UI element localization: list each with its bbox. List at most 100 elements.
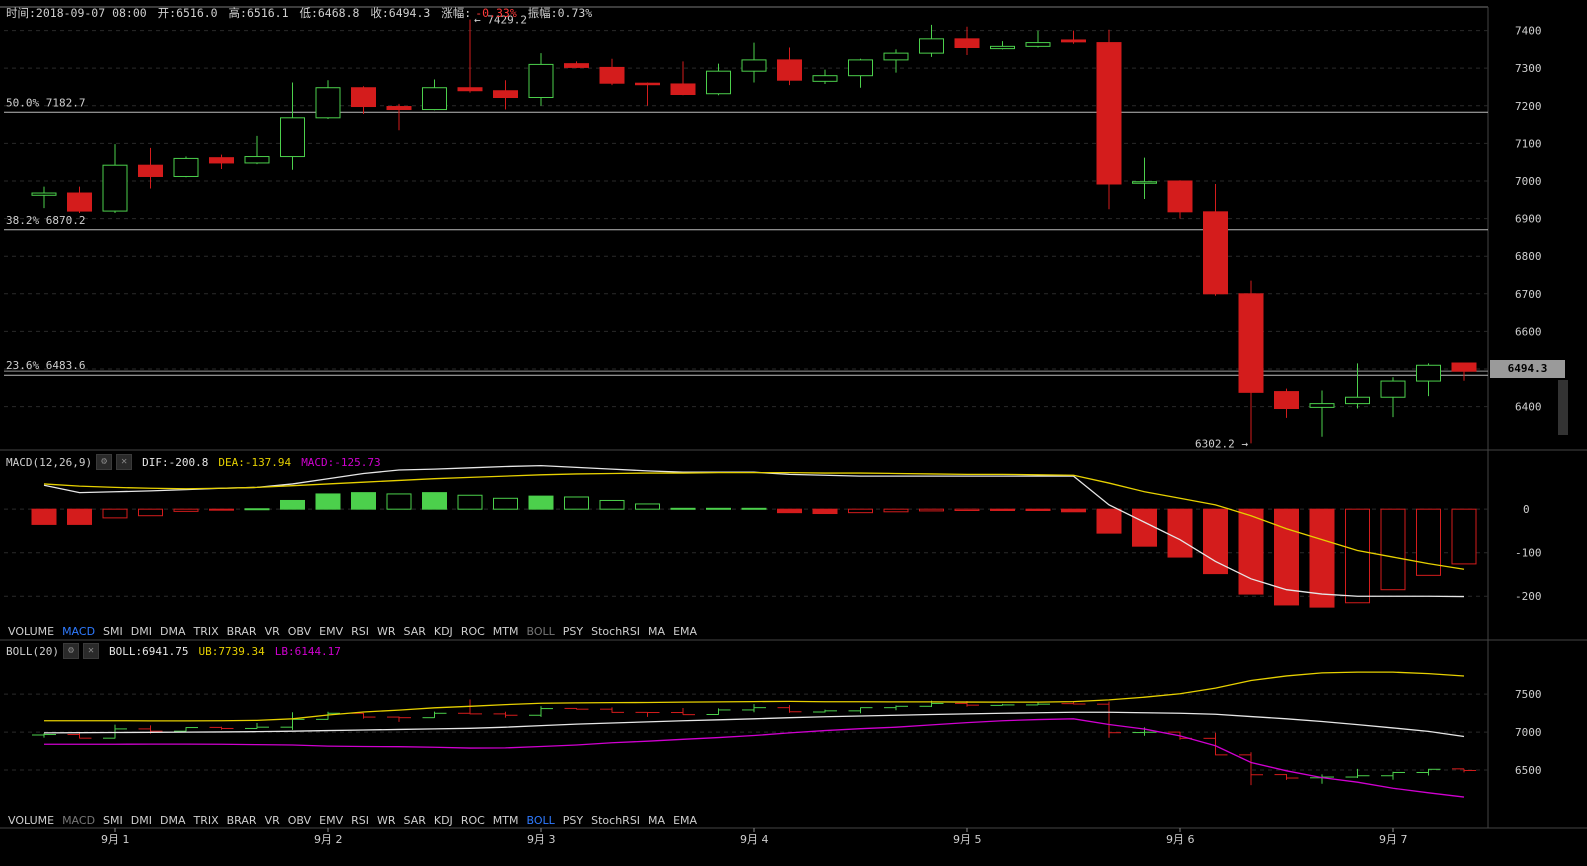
- tab-wr[interactable]: WR: [377, 814, 396, 827]
- tab-sar[interactable]: SAR: [404, 625, 426, 638]
- gear-icon[interactable]: ⚙: [96, 454, 113, 470]
- y-tick-label: -200: [1515, 590, 1542, 603]
- fib-label: 38.2% 6870.2: [6, 214, 85, 227]
- macd-bar: [1167, 508, 1193, 558]
- right-scroll-handle[interactable]: [1558, 380, 1568, 435]
- tab-wr[interactable]: WR: [377, 625, 396, 638]
- tab-trix[interactable]: TRIX: [193, 814, 218, 827]
- y-tick-label: 7300: [1515, 62, 1542, 75]
- macd-dif: DIF:-200.8: [142, 455, 209, 469]
- indicator-tabs-top: VOLUME MACD SMI DMI DMA TRIX BRAR VR OBV EMV RSI WR…: [0, 622, 1490, 640]
- macd-bar: [883, 508, 909, 513]
- candle-body: [528, 63, 554, 99]
- y-tick-label: 7100: [1515, 137, 1542, 150]
- candle-body: [493, 90, 518, 99]
- x-tick-label: 9月 3: [527, 833, 556, 846]
- info-change-value: -0.33%: [475, 6, 517, 20]
- candle-body: [244, 156, 270, 164]
- boll-name: BOLL(20): [6, 644, 59, 658]
- candle-body: [457, 87, 483, 92]
- tab-stochrsi[interactable]: StochRSI: [591, 625, 640, 638]
- tab-obv[interactable]: OBV: [288, 625, 311, 638]
- candle-body: [1132, 181, 1157, 184]
- tab-ma[interactable]: MA: [648, 625, 665, 638]
- tab-volume[interactable]: VOLUME: [8, 625, 54, 638]
- tab-emv[interactable]: EMV: [319, 625, 343, 638]
- candle-body: [919, 38, 944, 54]
- tab-ema[interactable]: EMA: [673, 625, 697, 638]
- tab-emv[interactable]: EMV: [319, 814, 343, 827]
- macd-bar: [173, 508, 199, 512]
- candle-body: [777, 59, 802, 81]
- tab-smi[interactable]: SMI: [103, 814, 123, 827]
- y-tick-label: 7200: [1515, 100, 1542, 113]
- macd-bar: [1096, 508, 1122, 534]
- current-price-tag: 6494.3: [1490, 360, 1565, 378]
- close-icon[interactable]: ✕: [116, 454, 133, 470]
- tab-macd[interactable]: MACD: [62, 625, 95, 638]
- tab-ema[interactable]: EMA: [673, 814, 697, 827]
- tab-brar[interactable]: BRAR: [227, 814, 257, 827]
- tab-dma[interactable]: DMA: [160, 814, 186, 827]
- macd-bar: [351, 492, 376, 510]
- tab-trix[interactable]: TRIX: [193, 625, 218, 638]
- low-annotation: 6302.2 →: [1195, 437, 1248, 450]
- macd-header: MACD(12,26,9) ⚙ ✕ DIF:-200.8 DEA:-137.94…: [6, 454, 381, 470]
- tab-dma[interactable]: DMA: [160, 625, 186, 638]
- chart-canvas[interactable]: 6400 6500 6600 6700 6800 6900 7000 7100 7200 7300…: [0, 0, 1587, 866]
- x-tick-label: 9月 1: [101, 833, 130, 846]
- candle-body: [706, 70, 731, 95]
- candle-body: [1061, 39, 1086, 43]
- macd-bar: [528, 495, 554, 510]
- gear-icon[interactable]: ⚙: [62, 643, 79, 659]
- candle-body: [1238, 293, 1264, 393]
- tab-macd[interactable]: MACD: [62, 814, 95, 827]
- tab-boll[interactable]: BOLL: [527, 814, 555, 827]
- tab-smi[interactable]: SMI: [103, 625, 123, 638]
- macd-bar: [1345, 508, 1370, 604]
- y-tick-label: 6700: [1515, 288, 1542, 301]
- tab-dmi[interactable]: DMI: [131, 625, 152, 638]
- tab-boll[interactable]: BOLL: [527, 625, 555, 638]
- tab-stochrsi[interactable]: StochRSI: [591, 814, 640, 827]
- tab-psy[interactable]: PSY: [563, 625, 583, 638]
- macd-value: MACD:-125.73: [301, 455, 381, 469]
- candle-body: [351, 87, 376, 108]
- candle-body: [1167, 180, 1193, 213]
- close-icon[interactable]: ✕: [82, 643, 99, 659]
- tab-psy[interactable]: PSY: [563, 814, 583, 827]
- tab-rsi[interactable]: RSI: [351, 625, 369, 638]
- info-high: 高:6516.1: [228, 6, 289, 20]
- candle-body: [1203, 211, 1228, 295]
- candle-body: [1380, 380, 1406, 398]
- candle-body: [209, 157, 234, 164]
- tab-kdj[interactable]: KDJ: [434, 625, 453, 638]
- tab-mtm[interactable]: MTM: [493, 625, 519, 638]
- y-tick-label: 6400: [1515, 401, 1542, 414]
- tab-rsi[interactable]: RSI: [351, 814, 369, 827]
- y-tick-label: 7400: [1515, 25, 1542, 38]
- tab-vr[interactable]: VR: [265, 625, 280, 638]
- tab-kdj[interactable]: KDJ: [434, 814, 453, 827]
- tab-roc[interactable]: ROC: [461, 625, 485, 638]
- tab-mtm[interactable]: MTM: [493, 814, 519, 827]
- candle-body: [280, 117, 305, 158]
- tab-roc[interactable]: ROC: [461, 814, 485, 827]
- y-tick-label: 7500: [1515, 688, 1542, 701]
- tab-ma[interactable]: MA: [648, 814, 665, 827]
- macd-bar: [280, 499, 305, 510]
- x-tick-label: 9月 2: [314, 833, 343, 846]
- macd-bar: [138, 508, 163, 517]
- x-tick-label: 9月 5: [953, 833, 982, 846]
- candle-body: [1345, 396, 1370, 405]
- tab-brar[interactable]: BRAR: [227, 625, 257, 638]
- tab-vr[interactable]: VR: [265, 814, 280, 827]
- fib-label: 50.0% 7182.7: [6, 96, 85, 109]
- tab-obv[interactable]: OBV: [288, 814, 311, 827]
- tab-dmi[interactable]: DMI: [131, 814, 152, 827]
- macd-bar: [919, 508, 944, 512]
- candle-body: [1025, 42, 1051, 47]
- tab-volume[interactable]: VOLUME: [8, 814, 54, 827]
- boll-mid: BOLL:6941.75: [108, 644, 189, 658]
- tab-sar[interactable]: SAR: [404, 814, 426, 827]
